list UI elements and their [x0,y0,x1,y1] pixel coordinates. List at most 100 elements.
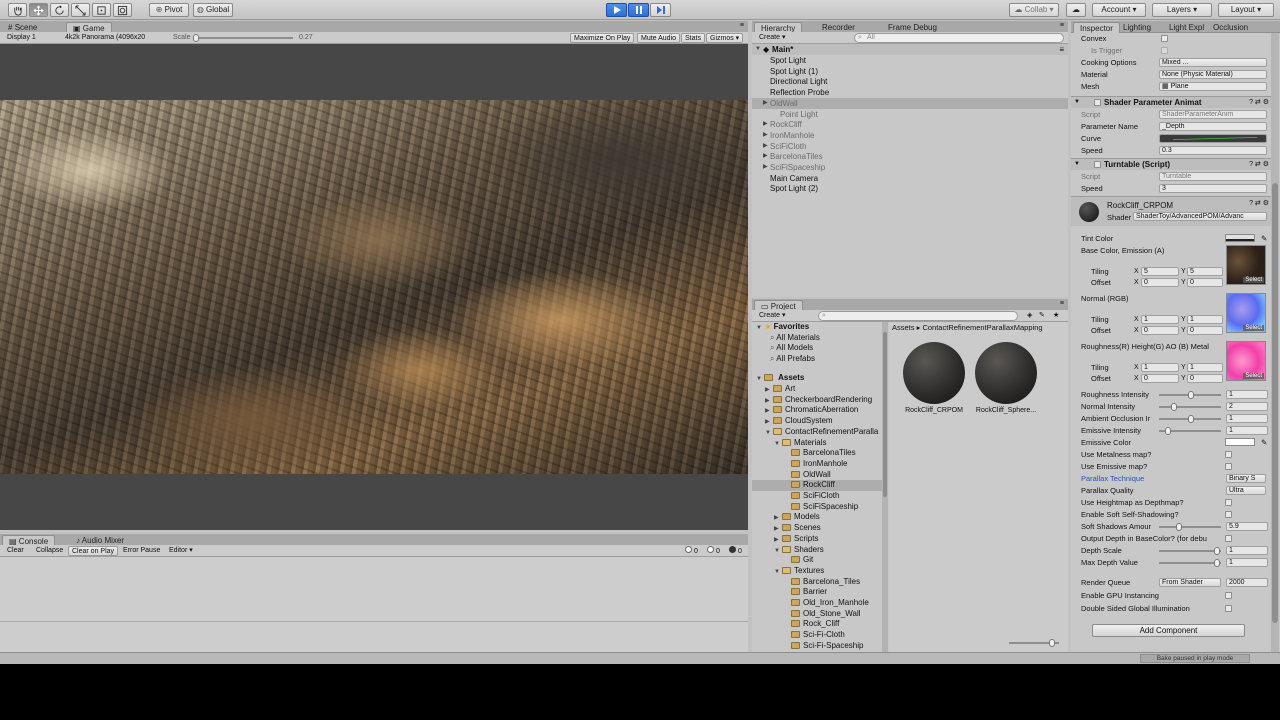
asset-tree-item[interactable]: ▶ Scenes [752,523,882,534]
gpu-instancing-checkbox[interactable] [1225,592,1232,599]
asset-tree-item[interactable]: Old_Stone_Wall [752,609,882,620]
scale-slider-knob[interactable] [193,34,199,42]
property-checkbox[interactable] [1225,451,1232,458]
asset-tree-item[interactable]: RockCliff [752,480,882,491]
mesh-field[interactable]: ▦ Plane [1159,82,1267,91]
layout-dropdown[interactable]: Layout ▾ [1218,3,1274,17]
component-settings-gear-icon[interactable]: ? ⇄ ⚙ [1249,159,1269,170]
hierarchy-item[interactable]: Main Camera [752,173,1068,184]
property-slider[interactable] [1159,403,1221,411]
inspector-panel[interactable]: Convex Is Trigger Cooking Options Mixed … [1071,33,1280,652]
move-tool-button[interactable] [29,3,48,17]
hierarchy-item[interactable]: ▶ IronManhole [752,130,1068,141]
display-dropdown[interactable]: Display 1 [4,33,39,43]
breadcrumb-folder[interactable]: ContactRefinementParallaxMapping [922,323,1042,332]
stats-toggle[interactable]: Stats [681,33,705,43]
scale-slider[interactable] [193,34,293,42]
resolution-dropdown[interactable]: 4k2k Panorama (4096x20 [62,33,162,43]
console-log-area[interactable] [0,557,748,652]
physic-material-field[interactable]: None (Physic Material) [1159,70,1267,79]
asset-tree-item[interactable]: Barrier [752,587,882,598]
mute-audio-toggle[interactable]: Mute Audio [637,33,681,43]
offset-x-input[interactable]: 0 [1141,278,1179,287]
gizmos-dropdown[interactable]: Gizmos ▾ [706,33,744,43]
tiling-y-input[interactable]: 1 [1187,363,1223,372]
render-queue-dropdown[interactable]: From Shader [1159,578,1221,587]
game-view[interactable] [0,44,748,530]
icon-size-slider[interactable] [1009,639,1059,647]
favorite-item[interactable]: ⌕ All Materials [770,333,820,344]
property-slider[interactable] [1159,523,1221,531]
component-enabled-checkbox[interactable] [1094,99,1101,106]
is-trigger-checkbox[interactable] [1161,47,1168,54]
expand-arrow-icon[interactable]: ▶ [763,130,768,141]
expand-arrow-icon[interactable]: ▶ [763,151,768,162]
property-checkbox[interactable] [1225,511,1232,518]
icon-size-slider-knob[interactable] [1049,639,1055,647]
hierarchy-item[interactable]: ▶ BarcelonaTiles [752,151,1068,162]
offset-y-input[interactable]: 0 [1187,278,1223,287]
property-checkbox[interactable] [1225,535,1232,542]
rotate-tool-button[interactable] [50,3,69,17]
property-slider-knob[interactable] [1214,559,1221,567]
property-value-input[interactable]: 5.9 [1226,522,1268,531]
tiling-x-input[interactable]: 1 [1141,315,1179,324]
offset-y-input[interactable]: 0 [1187,374,1223,383]
asset-tile[interactable]: RockCliff_CRPOM [902,342,966,422]
asset-tree-item[interactable]: ▶ ChromaticAberration [752,405,882,416]
property-value-input[interactable]: 1 [1226,414,1268,423]
asset-tree-item[interactable]: Old_Iron_Manhole [752,598,882,609]
services-button[interactable]: ☁ [1066,3,1086,17]
layers-dropdown[interactable]: Layers ▾ [1152,3,1212,17]
speed-input[interactable]: 0.3 [1159,146,1267,155]
play-button[interactable] [606,3,627,17]
scene-menu-icon[interactable]: ≡ [1059,44,1064,55]
double-sided-gi-checkbox[interactable] [1225,605,1232,612]
property-dropdown[interactable]: Binary S [1226,474,1266,483]
property-value-input[interactable]: 1 [1226,558,1268,567]
shader-param-anim-header[interactable]: ▼ Shader Parameter Animat ? ⇄ ⚙ [1071,96,1271,108]
asset-tree-item[interactable]: IronManhole [752,459,882,470]
log-count-toggle[interactable]: 0 [682,546,701,556]
assets-root-row[interactable]: ▼ Assets [756,373,804,384]
filter-by-type-icon[interactable]: ◈ [1024,311,1035,321]
tint-color-swatch[interactable] [1225,234,1255,242]
step-button[interactable] [650,3,671,17]
speed-input[interactable]: 3 [1159,184,1267,193]
convex-checkbox[interactable] [1161,35,1168,42]
project-folder-tree[interactable]: ▼ ★ Favorites ⌕ All Materials ⌕ All Model… [752,322,882,652]
asset-tree-item[interactable]: BarcelonaTiles [752,448,882,459]
hierarchy-item[interactable]: Spot Light [752,55,1068,66]
asset-tree-item[interactable]: ▶ Models [752,512,882,523]
expand-arrow-icon[interactable]: ▼ [755,44,761,55]
foldout-arrow-icon[interactable]: ▼ [1074,97,1080,108]
console-divider[interactable] [0,621,748,622]
property-slider-knob[interactable] [1170,403,1177,411]
hierarchy-item[interactable]: Directional Light [752,76,1068,87]
rect-tool-button[interactable] [92,3,111,17]
hierarchy-create-dropdown[interactable]: Create ▾ [756,33,788,43]
hand-tool-button[interactable] [8,3,27,17]
tab-inspector[interactable]: Inspector [1073,22,1120,33]
asset-tree-item[interactable]: ▼ Materials [752,438,882,449]
project-search-input[interactable]: ⌕ [818,311,1018,321]
hierarchy-item[interactable]: ▶ SciFiSpaceship [752,162,1068,173]
hierarchy-search-input[interactable]: ⌕ All [854,33,1064,43]
component-settings-gear-icon[interactable]: ? ⇄ ⚙ [1249,199,1269,207]
favorites-row[interactable]: ▼ ★ Favorites [756,322,809,333]
emissive-color-swatch[interactable] [1225,438,1255,446]
warning-count-toggle[interactable]: 0 [704,546,723,556]
offset-x-input[interactable]: 0 [1141,374,1179,383]
property-slider-knob[interactable] [1214,547,1221,555]
property-value-input[interactable]: 1 [1226,426,1268,435]
asset-tree-item[interactable]: ▶ Scripts [752,534,882,545]
property-value-input[interactable]: 1 [1226,546,1268,555]
favorite-star-icon[interactable]: ★ [1050,311,1062,321]
property-slider-knob[interactable] [1188,415,1194,423]
asset-tree-item[interactable]: ▼ Textures [752,566,882,577]
shader-dropdown[interactable]: ShaderToy/AdvancedPOM/Advanc [1133,212,1267,221]
clear-button[interactable]: Clear [4,546,27,556]
tree-scrollbar[interactable] [882,322,888,652]
asset-tree-item[interactable]: SciFiCloth [752,491,882,502]
expand-arrow-icon[interactable]: ▼ [756,376,762,382]
